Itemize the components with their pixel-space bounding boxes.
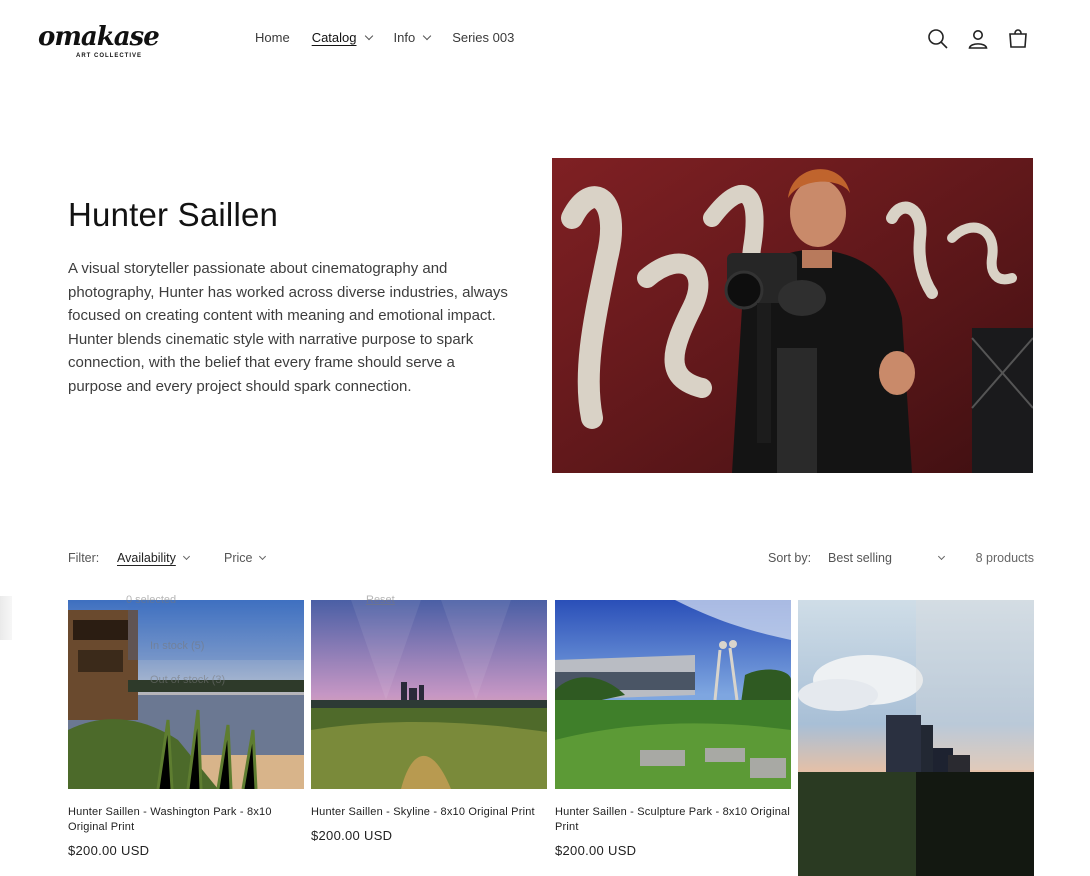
chevron-down-icon [937,552,946,561]
nav-label: Home [255,30,290,45]
nav-item-home[interactable]: Home [255,30,290,45]
availability-filter[interactable]: Availability [117,551,190,565]
product-card[interactable]: Hunter Saillen - Skyline - 8x10 Original… [311,600,547,843]
main-nav: Home Catalog Info Series 003 [255,30,536,45]
product-image[interactable] [311,600,547,789]
site-header: omakase ART COLLECTIVE Home Catalog Info… [0,0,1090,80]
product-title[interactable]: Hunter Saillen - Washington Park - 8x10 … [68,805,304,835]
price-filter[interactable]: Price [224,551,267,565]
nav-label: Info [393,30,416,45]
nav-item-catalog[interactable]: Catalog [311,30,373,45]
logo-subtitle: ART COLLECTIVE [76,53,142,59]
availability-selected-count: 0 selected [126,594,177,606]
artist-bio: A visual storyteller passionate about ci… [68,260,508,395]
sort-label: Sort by: [768,551,812,565]
option-in-stock[interactable]: In stock (5) [150,640,204,652]
site-logo[interactable]: omakase ART COLLECTIVE [38,20,174,64]
product-image[interactable] [555,600,791,789]
account-icon[interactable] [966,27,990,51]
product-price: $200.00 USD [311,828,393,843]
artist-name: Hunter Saillen [68,196,279,233]
chevron-down-icon [259,552,267,561]
filter-label: Filter: [68,551,100,565]
option-out-of-stock[interactable]: Out of stock (3) [150,674,225,686]
nav-label: Catalog [311,30,357,45]
chevron-down-icon [422,31,432,40]
logo-wordmark: omakase [38,22,160,52]
product-price: $200.00 USD [68,843,150,858]
cart-icon[interactable] [1006,27,1030,51]
product-image[interactable] [68,600,304,789]
product-card[interactable]: Hunter Saillen - Washington Park - 8x10 … [68,600,304,858]
chevron-down-icon [182,552,190,561]
filter-bar: Filter: Availability Price Sort by: Best… [68,551,1034,571]
product-card[interactable]: Hunter Saillen - Sculpture Park - 8x10 O… [555,600,791,858]
price-label: Price [224,551,253,565]
nav-item-series[interactable]: Series 003 [452,30,514,45]
artist-photo [552,158,1033,473]
product-title[interactable]: Hunter Saillen - Sculpture Park - 8x10 O… [555,805,791,835]
availability-label: Availability [117,551,176,565]
availability-reset-link[interactable]: Reset [366,594,395,606]
search-icon[interactable] [926,27,950,51]
nav-item-info[interactable]: Info [393,30,432,45]
header-icons [910,27,1030,51]
product-image[interactable] [798,600,1034,876]
product-title[interactable]: Hunter Saillen - Skyline - 8x10 Original… [311,805,547,820]
sort-value: Best selling [828,551,892,565]
panel-edge [0,596,12,640]
product-count: 8 products [975,551,1034,565]
nav-label: Series 003 [452,30,515,45]
sort-select[interactable]: Best selling [828,551,946,565]
product-price: $200.00 USD [555,843,637,858]
chevron-down-icon [364,31,373,40]
